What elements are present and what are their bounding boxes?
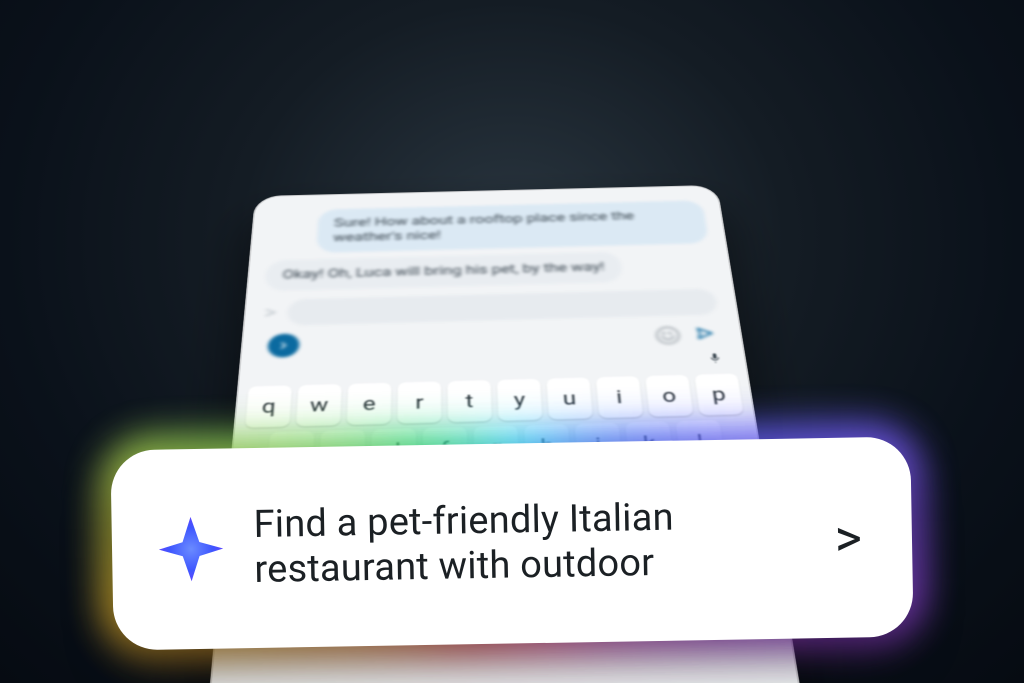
ai-suggestion-card[interactable]: Find a pet-friendly Italian restaurant w… — [110, 436, 913, 650]
expand-chip-button[interactable] — [267, 333, 300, 357]
chevron-right-icon — [276, 339, 291, 350]
send-button[interactable] — [694, 325, 717, 343]
key-u[interactable]: u — [546, 377, 592, 419]
key-p[interactable]: p — [694, 373, 743, 415]
compose-expand-icon[interactable]: > — [263, 302, 277, 322]
mic-icon — [707, 352, 723, 363]
keyboard-row-1: q w e r t y u i o p — [248, 373, 740, 427]
key-q[interactable]: q — [245, 385, 292, 427]
compose-right-icons — [655, 325, 717, 344]
chat-area: Sure! How about a rooftop place since th… — [255, 197, 728, 350]
message-incoming[interactable]: Okay! Oh, Luca will bring his pet, by th… — [265, 251, 623, 290]
viewport: Sure! How about a rooftop place since th… — [0, 0, 1024, 683]
key-e[interactable]: e — [347, 382, 392, 424]
suggestion-go-button[interactable]: > — [834, 506, 868, 568]
key-i[interactable]: i — [596, 376, 643, 418]
key-t[interactable]: t — [447, 380, 492, 422]
send-icon — [694, 325, 716, 341]
key-y[interactable]: y — [497, 378, 543, 420]
key-r[interactable]: r — [397, 381, 441, 423]
key-o[interactable]: o — [645, 374, 693, 416]
message-outgoing[interactable]: Sure! How about a rooftop place since th… — [316, 200, 709, 253]
key-w[interactable]: w — [296, 384, 342, 426]
emoji-icon[interactable] — [655, 326, 681, 344]
mic-button[interactable] — [707, 352, 723, 365]
sparkle-icon — [155, 513, 226, 584]
suggestion-text: Find a pet-friendly Italian restaurant w… — [253, 493, 807, 592]
